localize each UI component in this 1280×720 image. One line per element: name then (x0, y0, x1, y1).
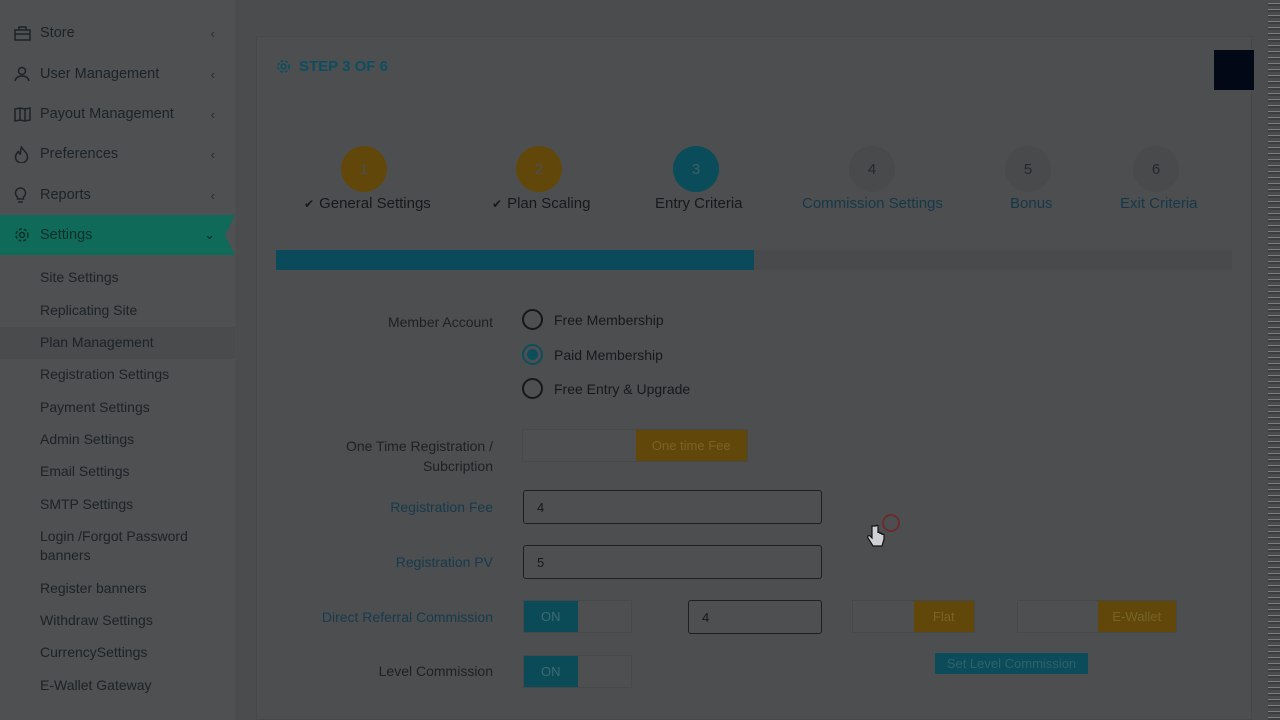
sidebar-item-preferences[interactable]: Preferences ‹ (0, 134, 235, 174)
step-3-circle[interactable]: 3 (673, 146, 719, 192)
radio-button-selected[interactable] (522, 344, 543, 365)
step-2-label[interactable]: ✔ Plan Scaling (492, 195, 590, 212)
hand-cursor-icon (867, 524, 885, 547)
gear-icon (277, 60, 290, 73)
chevron-left-icon: ‹ (210, 146, 215, 162)
step-1-circle[interactable]: 1 (341, 146, 387, 192)
step-2-text: Plan Scaling (507, 195, 591, 212)
step-5-label[interactable]: Bonus (1010, 195, 1053, 212)
preferences-icon (14, 145, 40, 163)
step-1-text: General Settings (319, 195, 431, 212)
direct-referral-label: Direct Referral Commission (321, 609, 493, 625)
step-5-circle[interactable]: 5 (1005, 146, 1051, 192)
sidebar-subitem-ewallet-gateway[interactable]: E-Wallet Gateway (40, 676, 220, 695)
wizard-progress-bar (276, 250, 1232, 270)
sidebar-item-label: Reports (40, 187, 91, 203)
sidebar: Store ‹ User Management ‹ Payout Managem… (0, 0, 235, 720)
radio-button[interactable] (522, 309, 543, 330)
radio-free-membership[interactable]: Free Membership (522, 309, 664, 330)
radio-label: Free Entry & Upgrade (554, 380, 691, 397)
screen-edge (1268, 0, 1280, 720)
commission-type-toggle[interactable]: Flat (852, 600, 975, 633)
step-title-text: STEP 3 OF 6 (299, 58, 388, 75)
member-account-label: Member Account (387, 314, 493, 330)
wallet-toggle[interactable]: E-Wallet (1017, 600, 1177, 633)
sidebar-subitem-payment-settings[interactable]: Payment Settings (40, 398, 220, 417)
sidebar-subitem-site-settings[interactable]: Site Settings (40, 268, 220, 287)
flat-label: Flat (913, 601, 974, 632)
chevron-left-icon: ‹ (210, 25, 215, 41)
sidebar-subitem-replicating-site[interactable]: Replicating Site (40, 301, 220, 320)
toggle-on-label: ON (524, 601, 578, 632)
step-4-circle[interactable]: 4 (849, 146, 895, 192)
user-management-icon (14, 66, 40, 82)
sidebar-item-store[interactable]: Store ‹ (0, 13, 235, 53)
sidebar-subitem-registration-settings[interactable]: Registration Settings (40, 365, 220, 384)
sidebar-item-label: Store (40, 25, 75, 41)
registration-pv-label: Registration PV (395, 554, 493, 570)
sidebar-subitem-login-banners[interactable]: Login /Forgot Password banners (40, 527, 210, 565)
active-indicator (225, 215, 235, 255)
sidebar-subitem-register-banners[interactable]: Register banners (40, 579, 220, 598)
step-4-label[interactable]: Commission Settings (802, 195, 943, 212)
payout-icon (14, 106, 40, 122)
check-icon: ✔ (304, 197, 315, 211)
direct-referral-toggle[interactable]: ON (523, 600, 632, 633)
radio-label: Free Membership (554, 311, 664, 328)
gear-icon (14, 227, 40, 243)
sidebar-item-label: Payout Management (40, 106, 174, 122)
direct-referral-input[interactable]: 4 (688, 600, 822, 634)
radio-button[interactable] (522, 378, 543, 399)
registration-fee-input[interactable]: 4 (523, 490, 822, 524)
step-1-label[interactable]: ✔ General Settings (304, 195, 431, 212)
sidebar-item-label: User Management (40, 66, 160, 82)
sidebar-subitem-email-settings[interactable]: Email Settings (40, 462, 220, 481)
step-2-circle[interactable]: 2 (516, 146, 562, 192)
check-icon: ✔ (492, 197, 503, 211)
registration-pv-input[interactable]: 5 (523, 545, 822, 579)
registration-fee-label: Registration Fee (390, 499, 493, 515)
sidebar-subitem-withdraw-settings[interactable]: Withdraw Settings (40, 611, 220, 630)
ewallet-label: E-Wallet (1097, 601, 1176, 632)
radio-label: Paid Membership (554, 346, 663, 363)
radio-paid-membership[interactable]: Paid Membership (522, 344, 663, 365)
toggle-on-label: ON (524, 656, 578, 687)
store-icon (14, 25, 40, 41)
one-time-registration-label: One Time Registration / Subcription (345, 438, 493, 474)
chevron-left-icon: ‹ (210, 187, 215, 203)
step-6-label[interactable]: Exit Criteria (1120, 195, 1198, 212)
set-level-commission-button[interactable]: Set Level Commission (935, 653, 1088, 674)
one-time-fee-toggle-label: One time Fee (635, 430, 747, 461)
sidebar-subitem-admin-settings[interactable]: Admin Settings (40, 430, 220, 449)
one-time-fee-toggle[interactable]: One time Fee (522, 429, 748, 462)
chevron-down-icon: ⌄ (204, 227, 215, 242)
reports-icon (14, 186, 40, 204)
sidebar-item-settings[interactable]: Settings ⌄ (0, 215, 235, 255)
sidebar-subitem-smtp-settings[interactable]: SMTP Settings (40, 495, 220, 514)
sidebar-item-user-management[interactable]: User Management ‹ (0, 54, 235, 94)
level-commission-label: Level Commission (378, 663, 493, 679)
sidebar-subitem-plan-management[interactable]: Plan Management (40, 333, 220, 352)
overlay-square (1214, 50, 1254, 90)
chevron-left-icon: ‹ (210, 106, 215, 122)
level-commission-toggle[interactable]: ON (523, 655, 632, 688)
sidebar-item-reports[interactable]: Reports ‹ (0, 175, 235, 215)
chevron-left-icon: ‹ (210, 66, 215, 82)
sidebar-item-label: Settings (40, 227, 93, 243)
step-title: STEP 3 OF 6 (276, 58, 388, 75)
sidebar-item-label: Preferences (40, 146, 119, 162)
radio-free-entry-upgrade[interactable]: Free Entry & Upgrade (522, 378, 690, 399)
sidebar-item-payout-management[interactable]: Payout Management ‹ (0, 94, 235, 134)
sidebar-subitem-currency-settings[interactable]: CurrencySettings (40, 643, 220, 662)
step-3-label[interactable]: Entry Criteria (655, 195, 743, 212)
progress-fill (276, 250, 754, 270)
step-6-circle[interactable]: 6 (1133, 146, 1179, 192)
